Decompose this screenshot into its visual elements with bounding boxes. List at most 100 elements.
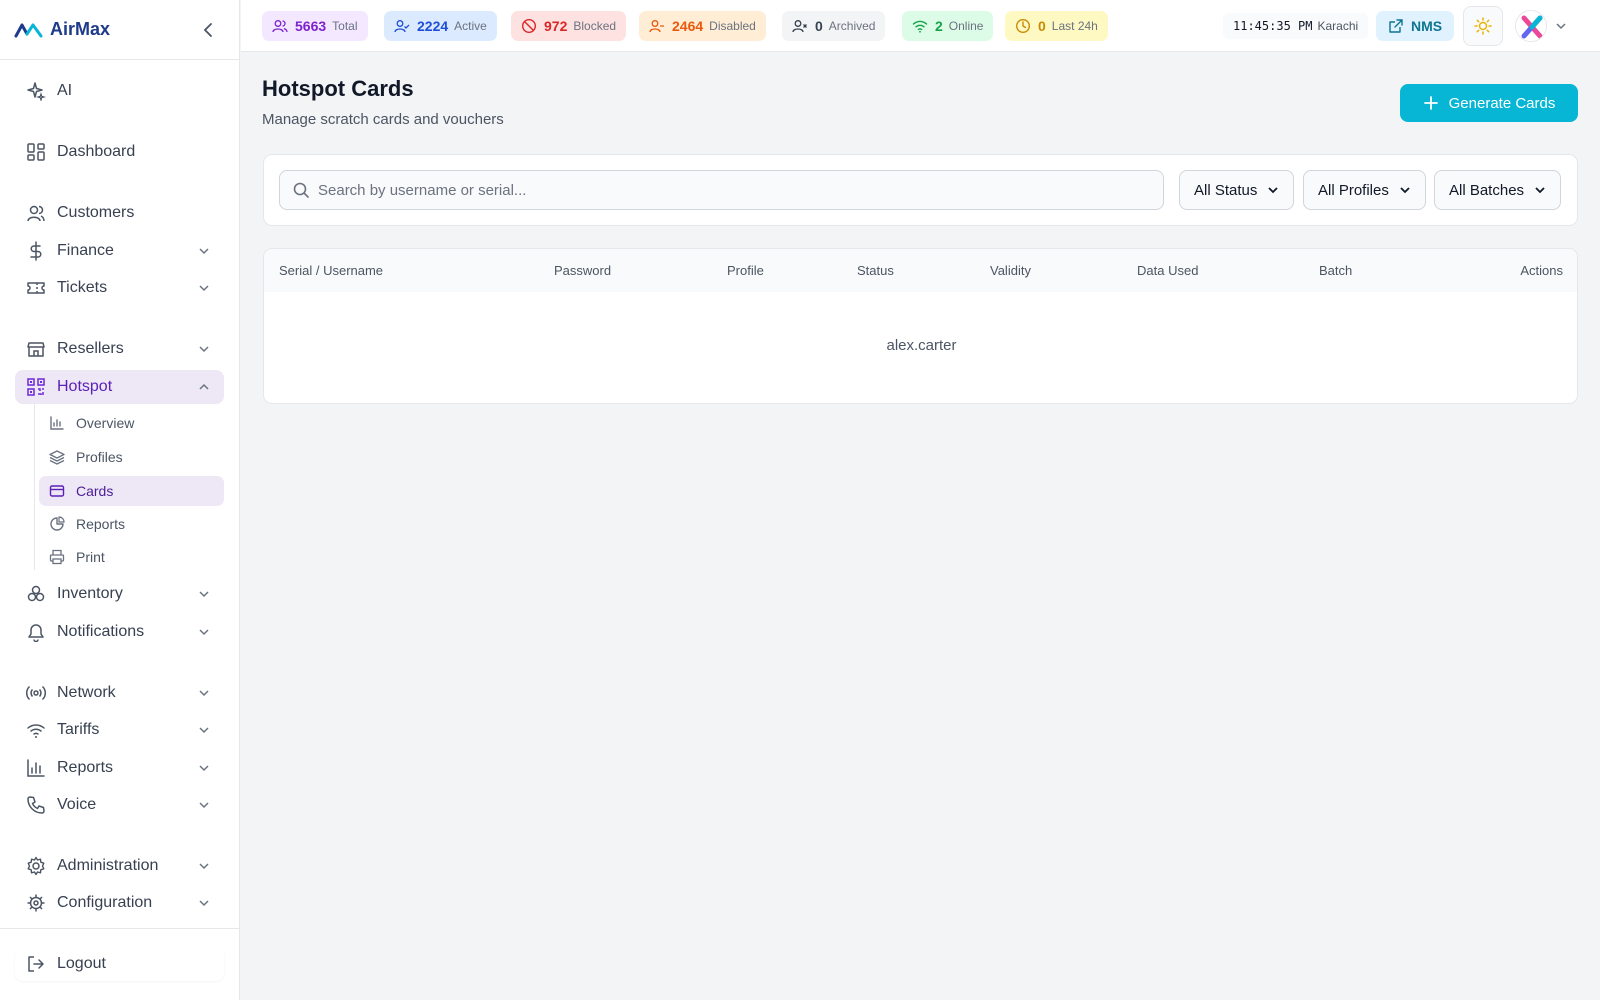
wifi-icon [912, 18, 928, 34]
sidebar-item-hotspot[interactable]: Hotspot [15, 370, 224, 404]
column-header-validity[interactable]: Validity [990, 263, 1031, 278]
logout-button[interactable]: Logout [15, 947, 224, 981]
sidebar-sub-label: Profiles [76, 449, 123, 465]
clock-time: 11:45:35 PM [1233, 19, 1313, 33]
sidebar-item-label: Administration [57, 857, 159, 874]
chevron-down-icon [199, 900, 209, 907]
sidebar-item-administration[interactable]: Administration [15, 849, 224, 883]
brand: AirMax [0, 0, 239, 60]
column-header-password[interactable]: Password [554, 263, 611, 278]
sidebar-sub-overview[interactable]: Overview [39, 408, 224, 438]
generate-cards-label: Generate Cards [1448, 94, 1556, 112]
chevron-down-icon [199, 248, 209, 255]
sidebar-item-tickets[interactable]: Tickets [15, 271, 224, 305]
user-minus-icon [649, 18, 665, 34]
sidebar-item-inventory[interactable]: Inventory [15, 577, 224, 611]
stat-archived[interactable]: 0 Archived [782, 11, 886, 41]
chevron-down-icon [199, 727, 209, 734]
sidebar-item-label: Tickets [57, 279, 108, 296]
stat-value: 2 [935, 18, 943, 34]
stat-label: Disabled [709, 19, 756, 33]
chevron-down-icon [199, 346, 209, 353]
user-menu[interactable] [1515, 10, 1567, 42]
filter-bar: All Status All Profiles All Batches [263, 154, 1578, 226]
stat-label: Total [332, 19, 358, 33]
sidebar-item-label: Notifications [57, 623, 145, 640]
sidebar-item-label: Tariffs [57, 721, 100, 738]
stat-active[interactable]: 2224 Active [384, 11, 497, 41]
nms-label: NMS [1411, 18, 1443, 34]
sidebar-item-reports[interactable]: Reports [15, 751, 224, 785]
column-header-serial[interactable]: Serial / Username [279, 263, 383, 278]
sidebar-item-ai[interactable]: AI [15, 74, 224, 108]
status-select-value: All Status [1194, 181, 1258, 199]
status-select[interactable]: All Status [1179, 170, 1295, 210]
sidebar-item-tariffs[interactable]: Tariffs [15, 713, 224, 747]
sidebar-sub-label: Cards [76, 483, 114, 499]
airmax-logo-icon [14, 23, 43, 37]
top-bar: 5663 Total 2224 Active 972 Blocked 2464 … [241, 0, 1600, 52]
sidebar-sub-label: Overview [76, 415, 135, 431]
sidebar-item-network[interactable]: Network [15, 676, 224, 710]
cog-icon [26, 893, 46, 913]
table-header: Serial / Username Password Profile Statu… [264, 249, 1577, 292]
printer-icon [49, 549, 65, 565]
sidebar-item-configuration[interactable]: Configuration [15, 886, 224, 920]
stat-label: Archived [828, 19, 876, 33]
chart-icon [49, 415, 65, 431]
sparkles-icon [26, 81, 46, 101]
sidebar-item-notifications[interactable]: Notifications [15, 615, 224, 649]
stat-last-24h[interactable]: 0 Last 24h [1005, 11, 1108, 41]
sidebar-item-resellers[interactable]: Resellers [15, 332, 224, 366]
sidebar-item-label: Reports [57, 759, 114, 776]
sidebar-item-label: AI [57, 82, 73, 99]
qr-code-icon [26, 377, 46, 397]
radio-icon [26, 683, 46, 703]
chevron-down-icon [1400, 187, 1410, 194]
sidebar-item-label: Hotspot [57, 378, 113, 395]
layers-icon [49, 449, 65, 465]
theme-toggle-button[interactable] [1463, 6, 1503, 46]
sidebar-sub-cards[interactable]: Cards [39, 476, 224, 506]
users-icon [272, 18, 288, 34]
column-header-profile[interactable]: Profile [727, 263, 764, 278]
stat-disabled[interactable]: 2464 Disabled [639, 11, 766, 41]
sidebar-sub-profiles[interactable]: Profiles [39, 442, 224, 472]
generate-cards-button[interactable]: Generate Cards [1400, 84, 1578, 122]
column-header-batch[interactable]: Batch [1319, 263, 1352, 278]
external-link-icon [1388, 18, 1404, 34]
sidebar-item-label: Dashboard [57, 143, 136, 160]
stat-blocked[interactable]: 972 Blocked [511, 11, 627, 41]
search-input[interactable] [318, 181, 1158, 199]
pie-icon [49, 516, 65, 532]
stat-value: 2224 [417, 18, 449, 34]
sidebar-item-customers[interactable]: Customers [15, 196, 224, 230]
stat-label: Last 24h [1051, 19, 1098, 33]
sun-icon [1474, 17, 1492, 35]
sidebar-sub-print[interactable]: Print [39, 542, 224, 572]
chevron-up-icon [199, 383, 209, 390]
chevron-down-icon [1535, 187, 1545, 194]
collapse-sidebar-button[interactable] [199, 20, 219, 40]
sidebar-item-voice[interactable]: Voice [15, 788, 224, 822]
stat-label: Blocked [573, 19, 617, 33]
profiles-select[interactable]: All Profiles [1303, 170, 1426, 210]
chevron-down-icon [199, 629, 209, 636]
sidebar-item-finance[interactable]: Finance [15, 234, 224, 268]
column-header-status[interactable]: Status [857, 263, 894, 278]
grid-icon [26, 142, 46, 162]
batches-select[interactable]: All Batches [1434, 170, 1562, 210]
sidebar-sub-reports[interactable]: Reports [39, 509, 224, 539]
clock: 11:45:35 PM Karachi [1223, 13, 1369, 39]
sidebar-item-dashboard[interactable]: Dashboard [15, 135, 224, 169]
sidebar-item-label: Resellers [57, 340, 124, 357]
sidebar-item-label: Network [57, 684, 116, 701]
column-header-data-used[interactable]: Data Used [1137, 263, 1198, 278]
nms-link[interactable]: NMS [1376, 11, 1455, 41]
logout-icon [26, 954, 46, 974]
sidebar-sub-label: Reports [76, 516, 126, 532]
chevron-down-icon [1556, 23, 1566, 30]
stat-online[interactable]: 2 Online [902, 11, 994, 41]
stat-label: Online [948, 19, 984, 33]
stat-total[interactable]: 5663 Total [262, 11, 368, 41]
